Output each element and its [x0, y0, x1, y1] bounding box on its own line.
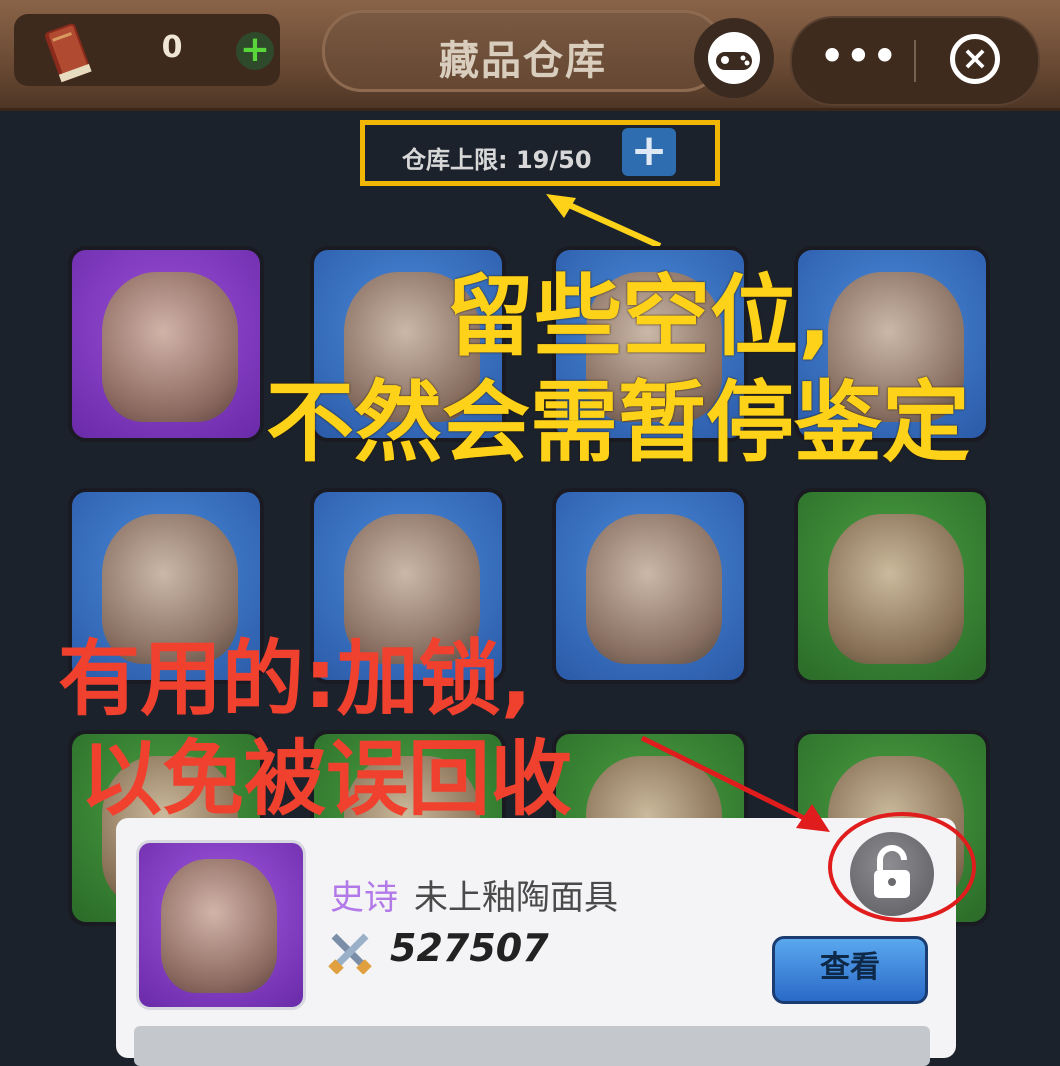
item-rarity: 史诗 — [330, 878, 398, 918]
capsule-divider — [914, 40, 916, 82]
currency-box: 0 + — [14, 14, 280, 86]
expand-capacity-button[interactable]: + — [622, 128, 676, 176]
item-thumbnail[interactable] — [136, 840, 306, 1010]
artifact-icon — [102, 272, 238, 422]
capacity-label: 仓库上限: 19/50 — [402, 146, 592, 174]
item-name: 未上釉陶面具 — [414, 878, 618, 918]
crossed-swords-icon — [328, 933, 372, 974]
page-title: 藏品仓库 — [439, 38, 607, 84]
artifact-icon — [828, 514, 964, 664]
top-bar: 0 + 藏品仓库 ••• × — [0, 0, 1060, 111]
power-value: 527507 — [390, 926, 549, 970]
view-button[interactable]: 查看 — [772, 936, 928, 1004]
collection-tile[interactable] — [552, 488, 748, 684]
book-icon — [44, 23, 92, 83]
mini-program-capsule: ••• × — [790, 16, 1040, 106]
title-plate: 藏品仓库 — [322, 10, 724, 92]
more-button[interactable]: ••• — [820, 34, 897, 78]
lock-highlight-circle — [828, 812, 976, 922]
artifact-icon — [586, 514, 722, 664]
collection-tile[interactable] — [794, 488, 990, 684]
collection-tile[interactable] — [68, 246, 264, 442]
recycle-button[interactable] — [134, 1026, 930, 1066]
mask-artifact-icon — [161, 859, 277, 993]
red-arrow-icon — [640, 735, 830, 832]
annotation-red-line2: 以免被误回收 — [80, 732, 573, 827]
close-button[interactable]: × — [950, 34, 1000, 84]
gamepad-icon[interactable] — [694, 18, 774, 98]
add-currency-button[interactable]: + — [236, 32, 274, 70]
currency-value: 0 — [161, 30, 183, 65]
annotation-yellow-line2: 不然会需暂停鉴定 — [266, 371, 971, 474]
